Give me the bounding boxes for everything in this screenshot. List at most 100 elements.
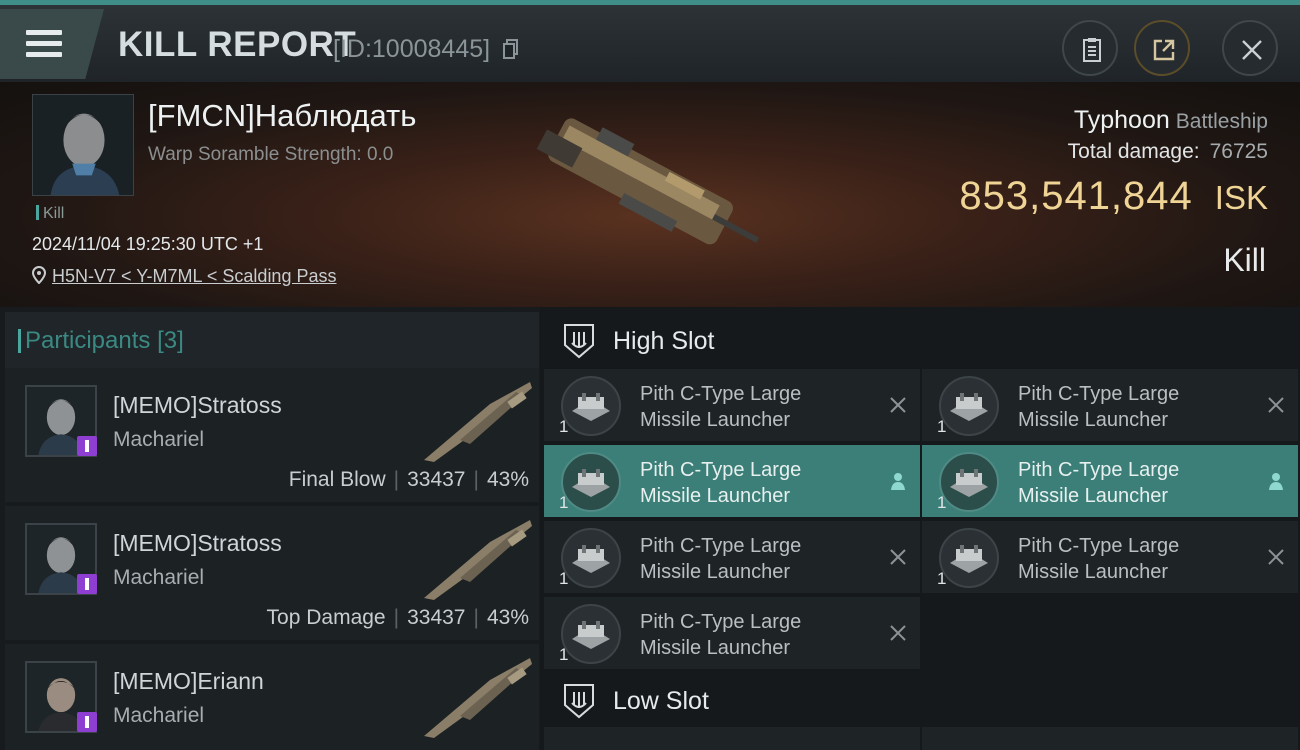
- kill-tag: Kill: [36, 205, 64, 223]
- participant-damage: 33437: [407, 606, 466, 629]
- participants-panel: Participants [3] [MEMO]Stratoss Macharie…: [0, 307, 540, 750]
- missile-launcher-icon: [561, 376, 621, 436]
- total-damage-value: 76725: [1209, 140, 1268, 163]
- destroyed-x-icon: [1268, 397, 1284, 413]
- participants-header: Participants [3]: [5, 312, 539, 368]
- module-quantity: 1: [559, 417, 569, 436]
- participant-damage: 33437: [407, 468, 466, 491]
- kill-result: Kill: [1223, 242, 1266, 278]
- corp-badge-icon: [77, 436, 97, 456]
- missile-launcher-icon: [561, 452, 621, 512]
- menu-button[interactable]: [0, 9, 104, 79]
- module-name: Pith C-Type Large Missile Launcher: [640, 459, 802, 507]
- participant-percent: 43%: [486, 468, 529, 491]
- participant-stats: Top Damage | 33437 | 43%: [266, 606, 529, 629]
- missile-launcher-icon: [561, 604, 621, 664]
- module-name: Pith C-Type Large Missile Launcher: [640, 535, 802, 583]
- missile-launcher-icon: [939, 452, 999, 512]
- participant-ship: Machariel: [113, 428, 205, 451]
- participant-name: [MEMO]Eriann: [113, 668, 264, 694]
- total-damage-label: Total damage:: [1067, 140, 1200, 163]
- module-quantity: 1: [937, 569, 947, 588]
- module-name: Pith C-Type Large Missile Launcher: [640, 383, 802, 431]
- module-name: Pith C-Type Large Missile Launcher: [1018, 459, 1180, 507]
- victim-banner: [FMCN]Наблюдать Warp Soramble Strength: …: [0, 82, 1300, 307]
- close-icon: [1242, 40, 1262, 60]
- clipboard-icon: [1083, 38, 1101, 62]
- report-id: [ID:10008445]: [333, 35, 491, 63]
- module-item-dropped[interactable]: 1 Pith C-Type Large Missile Launcher: [922, 445, 1298, 517]
- top-bar: KILL REPORT [ID:10008445]: [0, 0, 1300, 82]
- location-link[interactable]: H5N-V7 < Y-M7ML < Scalding Pass: [52, 266, 336, 286]
- participant-stat-label: Final Blow: [288, 468, 386, 491]
- victim-name: [FMCN]Наблюдать: [148, 98, 417, 133]
- module-item[interactable]: 1 Pith C-Type Large Missile Launcher: [544, 369, 920, 441]
- missile-launcher-icon: [561, 528, 621, 588]
- fitting-panel: High Slot 1 Pith C-Type Large Missile Lau…: [540, 307, 1300, 750]
- high-slot-title: High Slot: [613, 327, 715, 355]
- module-quantity: 1: [559, 493, 569, 512]
- module-item[interactable]: 1 Pith C-Type Large Missile Launcher: [544, 521, 920, 593]
- module-name: Pith C-Type Large Missile Launcher: [1018, 383, 1180, 431]
- warp-scramble-strength: Warp Soramble Strength: 0.0: [148, 144, 394, 165]
- module-name: Pith C-Type Large Missile Launcher: [1018, 535, 1180, 583]
- dropped-person-icon: [1269, 473, 1283, 490]
- isk-value: 853,541,844 ISK: [959, 174, 1268, 219]
- corp-badge-icon: [77, 574, 97, 594]
- isk-currency: ISK: [1214, 179, 1268, 216]
- victim-ship-render: [536, 118, 760, 245]
- share-button[interactable]: [1134, 20, 1190, 76]
- total-damage: Total damage: 76725: [1068, 140, 1268, 164]
- module-quantity: 1: [559, 569, 569, 588]
- participant-row[interactable]: [MEMO]Stratoss Machariel Top Damage | 3343…: [5, 506, 539, 640]
- participant-ship-render: [424, 382, 532, 462]
- copy-icon[interactable]: [503, 39, 519, 59]
- module-quantity: 1: [937, 493, 947, 512]
- destroyed-x-icon: [890, 549, 906, 565]
- participant-row[interactable]: [MEMO]Stratoss Machariel Final Blow | 3343…: [5, 368, 539, 502]
- participant-name: [MEMO]Stratoss: [113, 530, 282, 556]
- low-slot-title: Low Slot: [613, 687, 709, 715]
- page-title: KILL REPORT: [118, 25, 357, 64]
- destroyed-x-icon: [890, 397, 906, 413]
- location-pin-icon: [31, 265, 47, 285]
- participant-ship: Machariel: [113, 704, 205, 727]
- low-slot-header: Low Slot: [540, 669, 1300, 731]
- module-item[interactable]: 1 Pith C-Type Large Missile Launcher: [922, 369, 1298, 441]
- module-quantity: 1: [937, 417, 947, 436]
- participant-row[interactable]: [MEMO]Eriann Machariel: [5, 644, 539, 750]
- missile-launcher-icon: [939, 528, 999, 588]
- module-item-dropped[interactable]: 1 Pith C-Type Large Missile Launcher: [544, 445, 920, 517]
- isk-amount: 853,541,844: [959, 174, 1193, 218]
- kill-location[interactable]: H5N-V7 < Y-M7ML < Scalding Pass: [31, 265, 336, 287]
- victim-ship-info: Typhoon Battleship: [1074, 106, 1268, 135]
- participant-ship: Machariel: [113, 566, 205, 589]
- low-slot-module-peek[interactable]: [922, 727, 1298, 750]
- dropped-person-icon: [891, 473, 905, 490]
- participant-ship-render: [424, 658, 532, 738]
- victim-portrait[interactable]: [32, 94, 134, 196]
- corp-badge-icon: [77, 712, 97, 732]
- participant-ship-render: [424, 520, 532, 600]
- destroyed-x-icon: [1268, 549, 1284, 565]
- kill-timestamp: 2024/11/04 19:25:30 UTC +1: [32, 234, 264, 254]
- participant-stats: Final Blow | 33437 | 43%: [288, 468, 529, 491]
- module-item[interactable]: 1 Pith C-Type Large Missile Launcher: [544, 597, 920, 669]
- low-slot-module-peek[interactable]: [544, 727, 920, 750]
- module-item[interactable]: 1 Pith C-Type Large Missile Launcher: [922, 521, 1298, 593]
- victim-ship-class: Battleship: [1175, 110, 1268, 133]
- participants-count: [3]: [157, 327, 184, 354]
- close-button[interactable]: [1222, 20, 1278, 76]
- missile-launcher-icon: [939, 376, 999, 436]
- destroyed-x-icon: [890, 625, 906, 641]
- participants-label: Participants: [25, 327, 151, 354]
- participant-percent: 43%: [486, 606, 529, 629]
- report-button[interactable]: [1062, 20, 1118, 76]
- high-slot-icon: [564, 324, 594, 359]
- participant-name: [MEMO]Stratoss: [113, 392, 282, 418]
- share-external-icon: [1153, 39, 1175, 61]
- module-name: Pith C-Type Large Missile Launcher: [640, 611, 802, 659]
- participant-stat-label: Top Damage: [266, 606, 386, 629]
- victim-ship-name: Typhoon: [1073, 106, 1170, 134]
- high-slot-header: High Slot: [540, 309, 1300, 371]
